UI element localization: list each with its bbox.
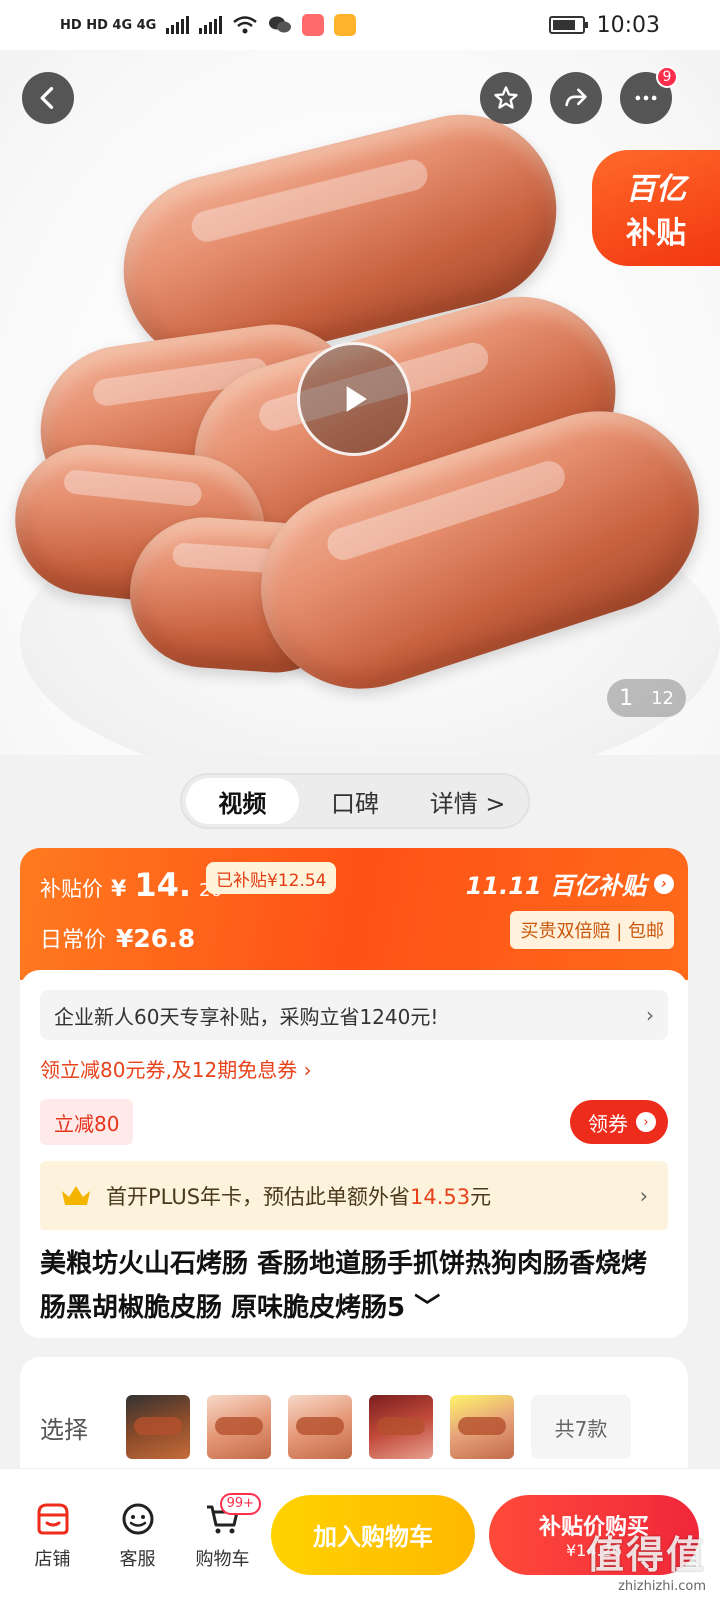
tab-video[interactable]: 视频 <box>186 778 299 824</box>
subsidy-price-yen: ¥ <box>111 877 127 902</box>
customer-service-icon <box>122 1503 153 1534</box>
app-notification-icon <box>302 14 325 36</box>
cart-count-badge: 99+ <box>219 1492 261 1515</box>
back-icon <box>40 87 54 109</box>
regular-price-value: ¥26.8 <box>116 924 196 953</box>
signal-icon-2 <box>199 16 223 34</box>
more-button[interactable]: 9 <box>620 66 678 124</box>
add-to-cart-button[interactable]: 加入购物车 <box>271 1494 475 1575</box>
shop-label: 店铺 <box>34 1548 71 1570</box>
chevron-right-icon: › <box>639 1184 648 1208</box>
battery-icon <box>548 16 588 34</box>
cart-button[interactable]: 99+ 购物车 <box>180 1492 265 1571</box>
back-button[interactable] <box>22 72 74 124</box>
signal-text: HD HD 4G 4G <box>60 17 157 33</box>
subsidy-tag-line2: 补贴 <box>626 216 686 251</box>
shop-button[interactable]: 店铺 <box>10 1499 95 1571</box>
share-button[interactable] <box>550 72 602 124</box>
play-icon <box>346 386 367 412</box>
status-time: 10:03 <box>596 12 660 38</box>
watermark-url: zhizhizhi.com <box>618 1579 706 1594</box>
variant-thumbnail[interactable] <box>126 1395 190 1459</box>
share-icon <box>565 88 587 107</box>
enterprise-text: 企业新人60天专享补贴，采购立省1240元! <box>54 1004 439 1029</box>
discount-tag: 立减80 <box>40 1099 134 1145</box>
plus-text: 首开PLUS年卡，预估此单额外省14.53元 <box>106 1181 491 1211</box>
coupon-row: 立减80 领券 › <box>40 1099 668 1145</box>
claim-coupon-button[interactable]: 领券 › <box>570 1100 668 1144</box>
subsidy-brand-text: 11.11 百亿补贴 <box>465 872 646 900</box>
more-icon <box>635 95 657 101</box>
image-counter: 1 12 <box>607 679 686 717</box>
subsidy-brand-area[interactable]: 11.11 百亿补贴 › 买贵双倍赔 | 包邮 <box>466 866 674 949</box>
wifi-icon <box>233 16 258 34</box>
plus-suffix: 元 <box>470 1185 492 1209</box>
content-tabs: 视频 口碑 详情 > <box>180 773 530 829</box>
product-hero-image[interactable]: 9 百亿 补贴 1 12 <box>0 50 720 755</box>
favorite-button[interactable] <box>480 72 532 124</box>
signal-icon <box>166 16 190 34</box>
status-right: 10:03 <box>548 12 660 38</box>
coupon-link[interactable]: 领立减80元券,及12期免息券 › <box>40 1054 668 1083</box>
watermark: 值得值 zhizhizhi.com <box>586 1524 706 1594</box>
subsidy-tag: 百亿 补贴 <box>592 150 720 266</box>
chevron-right-icon: › <box>646 1003 654 1027</box>
chevron-right-icon: › <box>654 873 674 894</box>
subsidy-price-int: 14. <box>134 866 191 904</box>
subsidy-brand[interactable]: 11.11 百亿补贴 › <box>466 866 674 901</box>
claim-coupon-label: 领券 <box>588 1111 628 1136</box>
status-bar: HD HD 4G 4G 10:03 <box>0 0 720 50</box>
enterprise-subsidy-banner[interactable]: 企业新人60天专享补贴，采购立省1240元! › <box>40 990 668 1040</box>
product-detail-page: HD HD 4G 4G 10:03 9 百亿 补贴 1 12 视频 口碑 详情 … <box>0 0 720 1600</box>
subsidy-price-label: 补贴价 <box>40 877 103 901</box>
status-left: HD HD 4G 4G <box>60 14 357 36</box>
app-notification-icon-2 <box>334 14 357 36</box>
plus-amount: 14.53 <box>410 1185 471 1209</box>
play-video-button[interactable] <box>297 342 411 456</box>
image-total: 12 <box>651 687 674 709</box>
price-header: 补贴价 ¥ 14. 26 已补贴¥12.54 日常价 ¥26.8 11.11 百… <box>20 848 688 980</box>
variant-count[interactable]: 共7款 <box>531 1395 631 1459</box>
wechat-icon <box>269 16 292 33</box>
tab-reviews[interactable]: 口碑 <box>299 778 412 824</box>
shop-icon <box>37 1503 68 1534</box>
product-title-area: 美粮坊火山石烤肠 香肠地道肠手抓饼热狗肉肠香烧烤肠黑胡椒脆皮肠 原味脆皮烤肠5 … <box>20 1230 688 1338</box>
customer-service-button[interactable]: 客服 <box>95 1499 180 1571</box>
guarantee-badge: 买贵双倍赔 | 包邮 <box>510 911 674 949</box>
customer-service-label: 客服 <box>119 1548 156 1570</box>
bottom-action-bar: 店铺 客服 99+ 购物车 加入购物车 补贴价购买 ¥14.26 值得值 zhi… <box>0 1468 720 1600</box>
watermark-text: 值得值 <box>585 1533 706 1577</box>
chevron-right-icon: › <box>636 1112 656 1132</box>
more-badge: 9 <box>656 66 678 88</box>
product-title[interactable]: 美粮坊火山石烤肠 香肠地道肠手抓饼热狗肉肠香烧烤肠黑胡椒脆皮肠 原味脆皮烤肠5 … <box>40 1242 668 1330</box>
regular-price-label: 日常价 <box>40 928 107 953</box>
subsidy-tag-line1: 百亿 <box>626 172 686 207</box>
already-subsidized-badge: 已补贴¥12.54 <box>206 862 337 894</box>
variant-thumbnail[interactable] <box>288 1395 352 1459</box>
plus-prefix: 首开PLUS年卡，预估此单额外省 <box>106 1185 411 1209</box>
image-index: 1 <box>619 685 634 711</box>
star-icon <box>494 86 518 109</box>
crown-icon <box>62 1186 90 1205</box>
variant-thumbnail[interactable] <box>450 1395 514 1459</box>
cart-label: 购物车 <box>195 1548 250 1570</box>
variant-label: 选择 <box>40 1415 88 1444</box>
variant-thumbnail[interactable] <box>369 1395 433 1459</box>
plus-membership-banner[interactable]: 首开PLUS年卡，预估此单额外省14.53元 › <box>40 1161 668 1231</box>
variant-thumbnail[interactable] <box>207 1395 271 1459</box>
tab-details[interactable]: 详情 > <box>411 778 524 824</box>
